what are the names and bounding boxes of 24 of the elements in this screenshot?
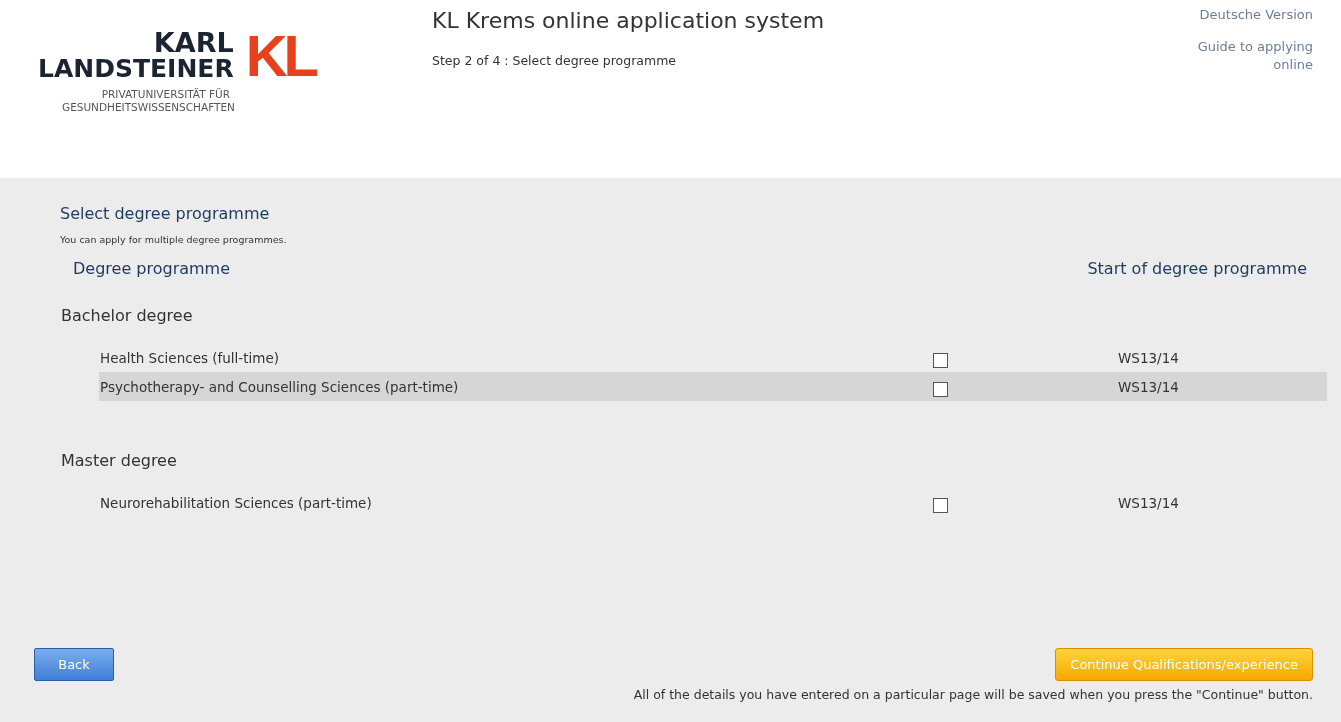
checkbox[interactable] — [933, 498, 948, 513]
checkbox[interactable] — [933, 353, 948, 368]
column-header: Degree programme — [73, 259, 231, 278]
programme-name: Neurorehabilitation Sciences (part-time) — [99, 494, 373, 511]
save-note: All of the details you have entered on a particular page will be saved when you press the "Continue" button. — [633, 687, 1313, 702]
section-title: Select degree programme — [60, 204, 271, 223]
back-button[interactable]: Back — [34, 648, 114, 681]
start-term: WS13/14 — [1117, 349, 1180, 366]
programme-name: Health Sciences (full-time) — [99, 349, 280, 366]
section-hint: You can apply for multiple degree programmes. — [60, 234, 288, 245]
programme-row[interactable]: Neurorehabilitation Sciences (part-time) WS13/14 — [99, 488, 1327, 517]
page-title: KL Krems online application system — [432, 8, 826, 33]
programme-name: Psychotherapy- and Counselling Sciences (part-time) — [99, 378, 460, 395]
programme-row[interactable]: Health Sciences (full-time) WS13/14 — [99, 343, 1327, 372]
group-title: Bachelor degree — [61, 306, 194, 325]
column-header: Start of degree programme — [1087, 259, 1307, 278]
step-indicator: Step 2 of 4 : Select degree programme — [432, 53, 678, 68]
header-link[interactable]: Guide to applying online — [1173, 38, 1313, 74]
checkbox[interactable] — [933, 382, 948, 397]
start-term: WS13/14 — [1117, 378, 1180, 395]
group-title: Master degree — [61, 451, 178, 470]
start-term: WS13/14 — [1117, 494, 1180, 511]
header-link[interactable]: Deutsche Version — [1173, 6, 1313, 24]
highlighted-row[interactable]: Psychotherapy- and Counselling Sciences (part-time) WS13/14 — [99, 372, 1327, 401]
